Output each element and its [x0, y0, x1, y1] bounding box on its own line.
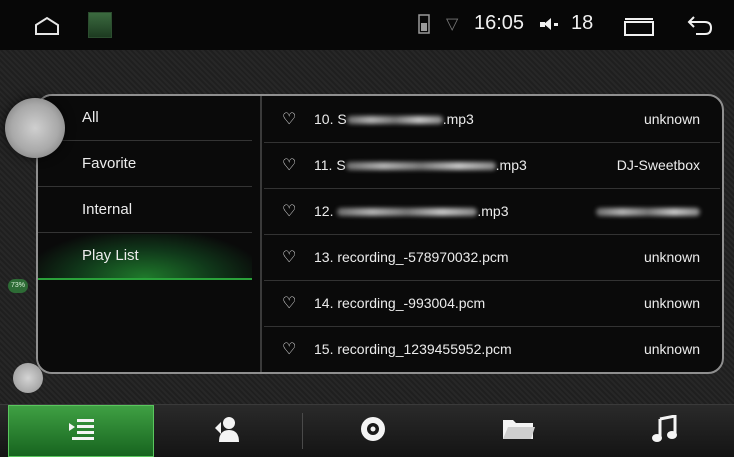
assistive-touch-button[interactable]: [5, 98, 65, 158]
heart-icon[interactable]: ♡: [282, 247, 296, 267]
track-title-suffix: .mp3: [477, 203, 509, 219]
music-note-icon: [652, 413, 678, 448]
battery-icon: [418, 13, 430, 40]
sidebar-item-play-list[interactable]: Play List: [38, 234, 252, 280]
heart-icon[interactable]: ♡: [282, 201, 296, 221]
sidebar-item-label: Favorite: [82, 155, 137, 172]
category-sidebar: All Favorite Internal Play List: [38, 96, 262, 372]
track-title: 13. recording_-578970032.pcm: [314, 249, 509, 265]
track-title-suffix: .mp3: [442, 111, 474, 127]
track-row[interactable]: ♡ 10. S .mp3 unknown: [264, 96, 720, 143]
redacted-text: [596, 208, 700, 217]
clock: 16:05: [474, 12, 525, 34]
folder-icon: [502, 417, 536, 446]
track-row[interactable]: ♡ 15. recording_1239455952.pcm unknown: [264, 326, 720, 372]
track-artist: unknown: [643, 249, 700, 265]
track-title: 11. S .mp3: [314, 157, 527, 173]
sidebar-item-all[interactable]: All: [38, 96, 252, 141]
track-list: ♡ 10. S .mp3 unknown ♡ 11. S .mp3 DJ-Sweet…: [264, 96, 720, 372]
track-row[interactable]: ♡ 13. recording_-578970032.pcm unknown: [264, 234, 720, 281]
back-icon[interactable]: [686, 12, 714, 41]
sidebar-item-internal[interactable]: Internal: [38, 188, 252, 233]
track-artist: unknown: [643, 341, 700, 357]
track-title: 12. .mp3: [314, 203, 508, 219]
music-browser-panel: All Favorite Internal Play List ♡ 10. S.…: [36, 94, 724, 374]
album-icon: [360, 416, 386, 447]
sidebar-item-label: Play List: [82, 247, 139, 264]
artist-icon: [213, 416, 241, 447]
status-bar: ▽ 16:05 18: [0, 0, 734, 50]
home-icon[interactable]: [34, 16, 60, 41]
track-artist: unknown: [643, 111, 700, 127]
heart-icon[interactable]: ♡: [282, 293, 296, 313]
floating-ball-button[interactable]: [13, 363, 43, 393]
track-artist: unknown: [643, 295, 700, 311]
tab-playlist[interactable]: [8, 405, 154, 457]
playlist-icon: [66, 417, 96, 446]
volume-level: 18: [571, 12, 594, 34]
heart-icon[interactable]: ♡: [282, 155, 296, 175]
sidebar-item-label: Internal: [82, 201, 133, 218]
track-artist: DJ-Sweetbox: [616, 157, 700, 173]
redacted-text: [346, 116, 443, 125]
track-title-prefix: 10. S: [314, 111, 347, 127]
heart-icon[interactable]: ♡: [282, 339, 296, 359]
track-title-suffix: .mp3: [495, 157, 527, 173]
track-title-prefix: 11. S: [314, 157, 346, 173]
track-artist: [596, 203, 700, 219]
track-title: 14. recording_-993004.pcm: [314, 295, 486, 311]
tab-folder[interactable]: [446, 405, 592, 457]
tab-artist[interactable]: [154, 405, 300, 457]
track-row[interactable]: ♡ 14. recording_-993004.pcm unknown: [264, 280, 720, 327]
percent-badge: 73%: [8, 279, 28, 293]
volume-icon[interactable]: [534, 12, 560, 41]
tab-album[interactable]: [300, 405, 446, 457]
app-thumbnail[interactable]: [88, 12, 112, 38]
sidebar-item-favorite[interactable]: Favorite: [38, 142, 252, 187]
track-title: 10. S .mp3: [314, 111, 474, 127]
track-row[interactable]: ♡ 12. .mp3: [264, 188, 720, 235]
redacted-text: [337, 208, 478, 217]
tab-music[interactable]: [592, 405, 734, 457]
redacted-text: [345, 162, 496, 171]
recent-apps-icon[interactable]: [624, 18, 654, 41]
track-row[interactable]: ♡ 11. S .mp3 DJ-Sweetbox: [264, 142, 720, 189]
wifi-icon: ▽: [446, 16, 459, 33]
bottom-tab-bar: [0, 404, 734, 457]
track-title-prefix: 12.: [314, 203, 338, 219]
heart-icon[interactable]: ♡: [282, 109, 296, 129]
sidebar-item-label: All: [82, 109, 99, 126]
track-title: 15. recording_1239455952.pcm: [314, 341, 512, 357]
